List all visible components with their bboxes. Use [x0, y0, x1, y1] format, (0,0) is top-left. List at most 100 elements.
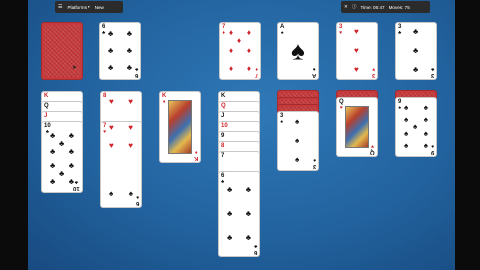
card-rank-bottom: Q ♥: [370, 143, 375, 155]
tableau-5-top-card[interactable]: 3 ♠ ♠ ♠ ♠ 3 ♠: [277, 111, 319, 171]
diamond-pip-icon: ♦: [229, 64, 234, 73]
heart-pip-icon: ♥: [354, 46, 359, 55]
spade-pip-icon: ♠: [423, 103, 428, 112]
card-rank-top: K: [221, 93, 226, 99]
card-rank-bottom: A ♠: [311, 66, 316, 78]
spade-pip-icon: ♠: [128, 189, 133, 198]
club-pip-icon: ♣: [50, 161, 56, 170]
club-pip-icon: ♣: [413, 27, 419, 36]
tableau-7-top-card[interactable]: 9 ♠ ♠ ♠ ♠ ♠ ♠ ♠ ♠ ♠ ♠ 9 ♠: [395, 97, 437, 157]
platforms-dropdown[interactable]: Platforms ▾: [67, 5, 89, 10]
tableau-4-top-card[interactable]: 6 ♣ ♣ ♣ ♣ ♣ ♣ ♣ 6 ♣: [218, 171, 260, 257]
tableau-6-top-card[interactable]: Q ♥ Q ♥: [336, 97, 378, 157]
card-rank-top: 8: [103, 93, 107, 99]
card-rank-top: 7 ♦: [222, 24, 226, 36]
waste-card[interactable]: 6 ♣ ♣ ♣ ♣ ♣ ♣ ♣ 6 ♣: [99, 22, 141, 80]
club-pip-icon: ♣: [68, 147, 74, 156]
spade-pip-icon: ♠: [295, 117, 300, 126]
club-pip-icon: ♣: [245, 185, 251, 194]
chevron-down-icon: ▾: [87, 5, 90, 9]
card-rank-bottom: 3 ♠: [312, 157, 316, 169]
card-rank-bottom: 3 ♣: [430, 66, 434, 78]
card-rank-bottom: 6 ♣: [253, 243, 257, 255]
heart-pip-icon: ♥: [128, 97, 133, 106]
top-toolbar-right: ✕ ⓘ Time: 06:47 Moves: 75: [341, 1, 430, 13]
club-pip-icon: ♣: [245, 233, 251, 242]
spade-pip-icon: ♠: [404, 129, 409, 138]
timer-text: Time: 06:47: [360, 4, 385, 10]
card-rank-bottom: K ♦: [193, 149, 198, 161]
card-rank-top: 9 ♠: [398, 99, 402, 111]
diamond-pip-icon: ♦: [237, 36, 242, 45]
club-pip-icon: ♣: [68, 161, 74, 170]
club-pip-icon: ♣: [126, 63, 132, 72]
moves-counter: Moves: 75: [388, 4, 410, 10]
new-game-button[interactable]: New: [95, 5, 104, 10]
club-pip-icon: ♣: [50, 131, 56, 140]
close-icon[interactable]: ✕: [344, 4, 348, 10]
spade-pip-icon: ♠: [404, 141, 409, 150]
foundation-3-card[interactable]: 3 ♥ ♥ ♥ ♥ 3 ♥: [336, 22, 378, 80]
club-pip-icon: ♣: [108, 29, 114, 38]
heart-pip-icon: ♥: [354, 27, 359, 36]
tableau-3-top-card[interactable]: K ♦ K ♦: [159, 91, 201, 163]
club-pip-icon: ♣: [227, 233, 233, 242]
foundation-2-card[interactable]: A ♠ ♠ A ♠: [277, 22, 319, 80]
diamond-pip-icon: ♦: [229, 46, 234, 55]
spade-pip-icon: ♠: [423, 129, 428, 138]
club-pip-icon: ♣: [245, 209, 251, 218]
info-icon[interactable]: ⓘ: [352, 4, 357, 10]
tableau-1-top-card[interactable]: 10 ♣ ♣ ♣ ♣ ♣ ♣ ♣ ♣ ♣ ♣ ♣ 10 ♣: [41, 121, 83, 193]
heart-pip-icon: ♥: [354, 65, 359, 74]
card-rank-top: 3 ♥: [339, 24, 343, 36]
spade-pip-icon: ♠: [291, 35, 305, 66]
heart-pip-icon: ♥: [128, 141, 133, 150]
card-rank-top: J: [221, 113, 225, 119]
club-pip-icon: ♣: [227, 185, 233, 194]
spade-pip-icon: ♠: [423, 141, 428, 150]
heart-pip-icon: ♥: [109, 97, 114, 106]
card-rank-top: 7 ♥: [103, 123, 107, 135]
tableau-2-top-card[interactable]: 7 ♥ ♥ ♥ ♥ ♥ ♠ ♠ 6 ♠: [100, 121, 142, 208]
stock-pile[interactable]: [41, 22, 83, 80]
spade-pip-icon: ♠: [295, 136, 300, 145]
diamond-pip-icon: ♦: [246, 64, 251, 73]
queen-face-image: [345, 106, 369, 148]
card-rank-top: A ♠: [280, 24, 285, 36]
card-rank-top: 7: [221, 153, 225, 159]
card-rank-bottom: 9 ♠: [430, 143, 434, 155]
club-pip-icon: ♣: [227, 209, 233, 218]
club-pip-icon: ♣: [59, 169, 65, 178]
card-rank-top: 3 ♣: [398, 24, 402, 36]
card-rank-top: 6 ♣: [102, 24, 106, 36]
club-pip-icon: ♣: [50, 147, 56, 156]
card-rank-top: Q: [221, 103, 226, 109]
club-pip-icon: ♣: [50, 177, 56, 186]
platforms-label: Platforms: [67, 4, 87, 10]
foundation-1-card[interactable]: 7 ♦ ♦ ♦ ♦ ♦ ♦ ♦ ♦ 7 ♦: [219, 22, 261, 80]
card-rank-bottom: 10 ♣: [73, 179, 80, 191]
diamond-pip-icon: ♦: [246, 28, 251, 37]
left-bezel: [0, 0, 28, 270]
card-rank-top: J: [44, 113, 48, 119]
heart-pip-icon: ♥: [109, 123, 114, 132]
card-rank-bottom: 7 ♦: [254, 66, 258, 78]
card-rank-top: K ♦: [162, 93, 167, 105]
foundation-4-card[interactable]: 3 ♣ ♣ ♣ ♣ 3 ♣: [395, 22, 437, 80]
spade-pip-icon: ♠: [404, 115, 409, 124]
card-rank-top: 9: [221, 133, 225, 139]
spade-pip-icon: ♠: [404, 103, 409, 112]
card-rank-bottom: 3 ♥: [371, 66, 375, 78]
card-rank-top: 3 ♠: [280, 113, 284, 125]
club-pip-icon: ♣: [68, 131, 74, 140]
king-face-image: [168, 100, 192, 154]
club-pip-icon: ♣: [413, 46, 419, 55]
diamond-pip-icon: ♦: [229, 28, 234, 37]
menu-icon[interactable]: ☰: [58, 4, 62, 10]
mouse-cursor-icon: ➤: [72, 65, 78, 71]
club-pip-icon: ♣: [108, 46, 114, 55]
card-rank-bottom: 6 ♣: [134, 66, 138, 78]
club-pip-icon: ♣: [108, 63, 114, 72]
club-pip-icon: ♣: [126, 29, 132, 38]
spade-pip-icon: ♠: [109, 189, 114, 198]
